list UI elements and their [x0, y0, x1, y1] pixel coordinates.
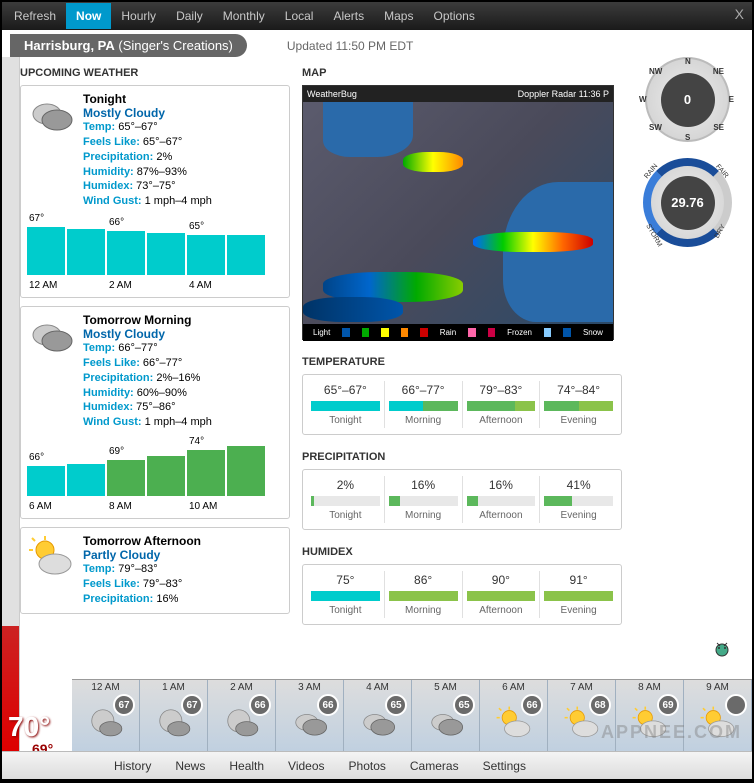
stat-cell: 16%Afternoon — [463, 476, 541, 523]
forecast-card[interactable]: TonightMostly CloudyTemp: 65°–67°Feels L… — [20, 85, 290, 298]
nav-refresh[interactable]: Refresh — [4, 3, 66, 29]
nav-maps[interactable]: Maps — [374, 3, 423, 29]
stat-cell: 2%Tonight — [307, 476, 385, 523]
nav-options[interactable]: Options — [423, 3, 484, 29]
updated-time: Updated 11:50 PM EDT — [287, 39, 414, 53]
hour-cell[interactable]: 5 AM65 — [412, 680, 480, 751]
hour-cell[interactable]: 12 AM67 — [72, 680, 140, 751]
nav-monthly[interactable]: Monthly — [213, 3, 275, 29]
map-caption: Doppler Radar 11:36 P — [518, 89, 609, 99]
bnav-settings[interactable]: Settings — [471, 759, 538, 773]
forecast-card[interactable]: Tomorrow MorningMostly CloudyTemp: 66°–7… — [20, 306, 290, 519]
stat-cell: 41%Evening — [540, 476, 617, 523]
location-city: Harrisburg, PA — [24, 38, 115, 53]
stat-title: PRECIPITATION — [302, 445, 622, 469]
bnav-cameras[interactable]: Cameras — [398, 759, 471, 773]
stat-cell: 91°Evening — [540, 571, 617, 618]
header: Harrisburg, PA (Singer's Creations) Upda… — [2, 30, 752, 61]
stat-cell: 16%Morning — [385, 476, 463, 523]
forecast-card[interactable]: Tomorrow AfternoonPartly CloudyTemp: 79°… — [20, 527, 290, 614]
bnav-photos[interactable]: Photos — [337, 759, 398, 773]
weatherbug-icon[interactable] — [712, 638, 732, 658]
nav-now[interactable]: Now — [66, 3, 111, 29]
top-nav: RefreshNowHourlyDailyMonthlyLocalAlertsM… — [2, 2, 752, 30]
hour-cell[interactable]: 1 AM67 — [140, 680, 208, 751]
weather-icon — [27, 92, 77, 142]
map-title: MAP — [302, 61, 622, 85]
stat-cell: 75°Tonight — [307, 571, 385, 618]
nav-alerts[interactable]: Alerts — [323, 3, 374, 29]
stat-cell: 74°–84°Evening — [540, 381, 617, 428]
mini-chart: 66°6 AM69°8 AM74°10 AM — [27, 436, 283, 496]
watermark: APPNEE.COM — [601, 722, 742, 743]
location-provider: (Singer's Creations) — [118, 38, 232, 53]
bnav-health[interactable]: Health — [217, 759, 276, 773]
radar-map[interactable]: WeatherBug Doppler Radar 11:36 P Light R… — [302, 85, 614, 340]
stat-cell: 90°Afternoon — [463, 571, 541, 618]
stat-title: HUMIDEX — [302, 540, 622, 564]
bnav-videos[interactable]: Videos — [276, 759, 336, 773]
close-icon[interactable]: X — [735, 6, 744, 22]
nav-local[interactable]: Local — [275, 3, 324, 29]
barometer-gauge: RAIN FAIR STORM DRY 29.76 — [645, 160, 730, 245]
bnav-history[interactable]: History — [102, 759, 163, 773]
mini-chart: 67°12 AM66°2 AM65°4 AM — [27, 215, 283, 275]
stat-cell: 86°Morning — [385, 571, 463, 618]
barometer-value: 29.76 — [661, 176, 715, 230]
compass-value: 0 — [661, 73, 715, 127]
stat-grid: 2%Tonight16%Morning16%Afternoon41%Evenin… — [302, 469, 622, 530]
hour-cell[interactable]: 4 AM65 — [344, 680, 412, 751]
stat-cell: 79°–83°Afternoon — [463, 381, 541, 428]
bottom-nav: HistoryNewsHealthVideosPhotosCamerasSett… — [2, 751, 752, 779]
upcoming-title: UPCOMING WEATHER — [20, 61, 290, 85]
stat-grid: 65°–67°Tonight66°–77°Morning79°–83°After… — [302, 374, 622, 435]
nav-hourly[interactable]: Hourly — [111, 3, 166, 29]
stat-title: TEMPERATURE — [302, 350, 622, 374]
stat-cell: 66°–77°Morning — [385, 381, 463, 428]
nav-daily[interactable]: Daily — [166, 3, 213, 29]
compass-gauge: N NE E SE S SW W NW 0 — [645, 57, 730, 142]
map-brand: WeatherBug — [307, 89, 357, 99]
hour-cell[interactable]: 3 AM66 — [276, 680, 344, 751]
weather-icon — [27, 313, 77, 363]
weather-icon — [27, 534, 77, 584]
thermometer — [2, 57, 20, 751]
hour-cell[interactable]: 6 AM66 — [480, 680, 548, 751]
stat-cell: 65°–67°Tonight — [307, 381, 385, 428]
hour-cell[interactable]: 2 AM66 — [208, 680, 276, 751]
stat-grid: 75°Tonight86°Morning90°Afternoon91°Eveni… — [302, 564, 622, 625]
location-tab[interactable]: Harrisburg, PA (Singer's Creations) — [10, 34, 247, 57]
current-temp: 70° — [8, 711, 50, 743]
bnav-news[interactable]: News — [163, 759, 217, 773]
